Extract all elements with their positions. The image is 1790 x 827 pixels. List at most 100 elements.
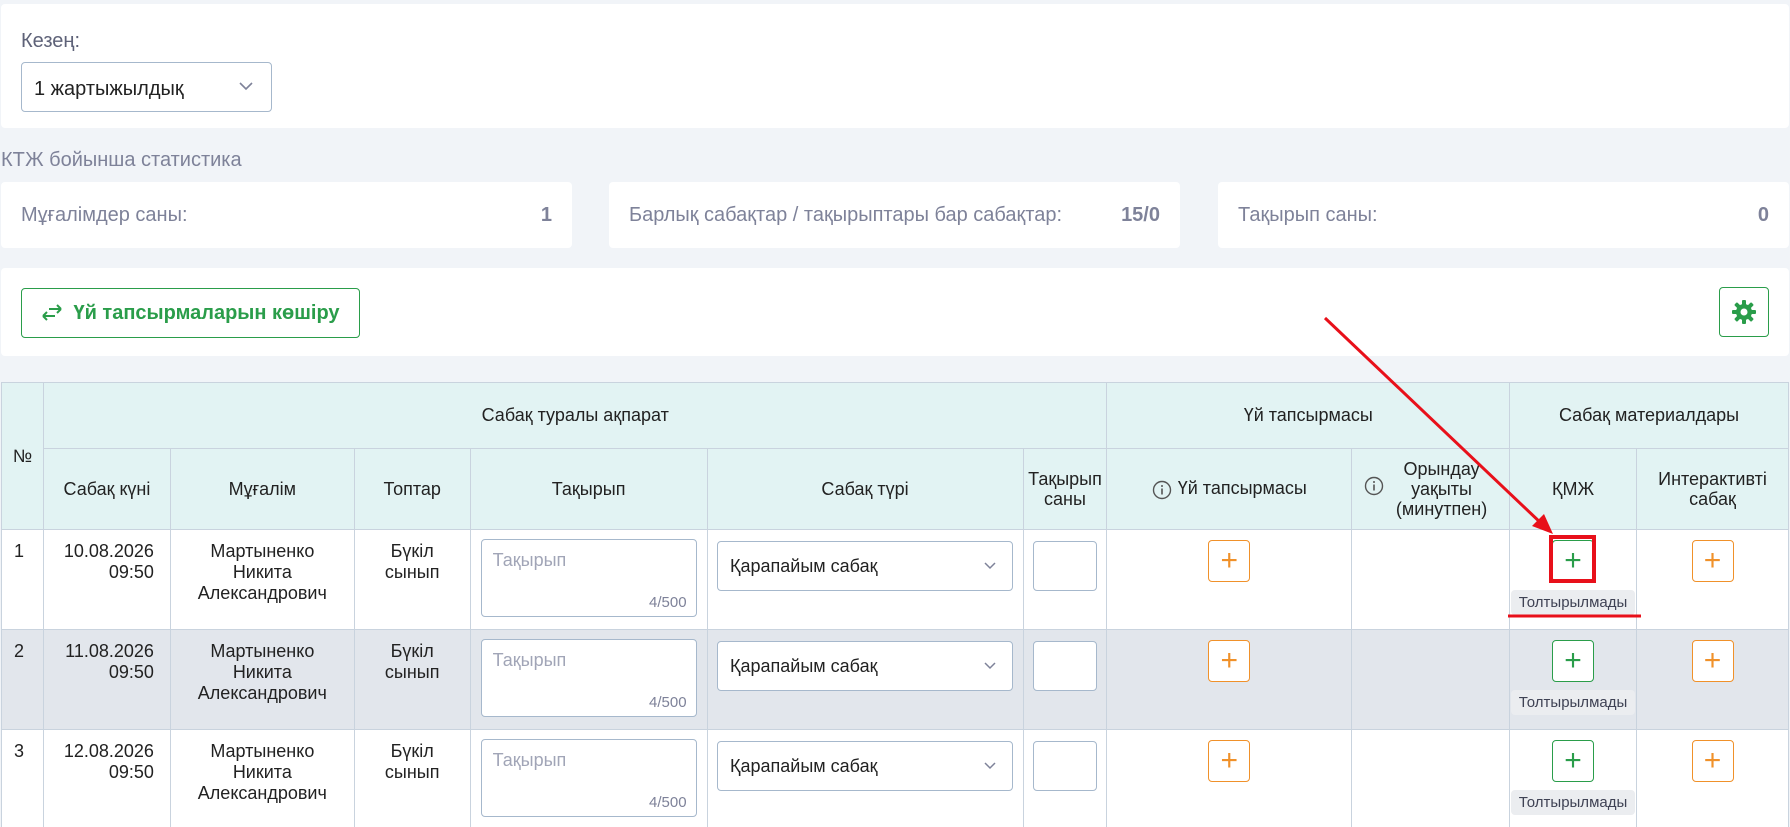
chevron-down-icon — [984, 562, 996, 570]
add-interactive-lesson-button[interactable]: + — [1691, 740, 1734, 782]
topic-char-counter: 4/500 — [649, 694, 687, 711]
table-row: 3 12.08.2026 09:50 Мартыненко Никита Але… — [1, 729, 1789, 827]
teacher-line3: Александрович — [197, 683, 327, 703]
chevron-down-icon — [984, 662, 996, 670]
stat-card-topics: Тақырып саны: 0 — [1218, 182, 1789, 248]
period-label: Кезең: — [21, 30, 81, 52]
gear-icon — [1732, 300, 1756, 324]
add-kmzh-button[interactable]: + — [1552, 740, 1595, 782]
stat-value: 0 — [1757, 204, 1769, 226]
plus-icon: + — [1703, 744, 1722, 777]
header-homework-label: Үй тапсырмасы — [1177, 478, 1307, 499]
lesson-type-select[interactable]: Қарапайым сабақ — [717, 541, 1014, 591]
topic-placeholder: Тақырып — [492, 650, 567, 670]
row-duration-cell — [1351, 729, 1511, 827]
add-homework-button[interactable]: + — [1208, 740, 1251, 782]
plus-icon: + — [1703, 544, 1722, 577]
header-topic-count: Тақырып саны — [1022, 448, 1108, 530]
row-date: 11.08.2026 09:50 — [42, 629, 171, 730]
stat-card-lessons: Барлық сабақтар / тақырыптары бар сабақт… — [609, 182, 1180, 248]
row-topic-cell: Тақырып 4/500 — [469, 729, 708, 827]
header-interactive-line1: Интерактивті — [1658, 469, 1767, 489]
settings-button[interactable] — [1719, 287, 1769, 337]
row-kmzh-cell: + Толтырылмады — [1509, 529, 1638, 630]
row-interactive-cell: + — [1636, 729, 1789, 827]
topic-count-input[interactable] — [1033, 541, 1097, 591]
plus-icon: + — [1564, 744, 1582, 777]
toolbar-card: Үй тапсырмаларын көшіру — [1, 268, 1789, 356]
row-topic-cell: Тақырып 4/500 — [469, 529, 708, 630]
row-duration-cell — [1351, 629, 1511, 730]
info-circle-icon[interactable] — [1364, 476, 1384, 496]
lesson-type-select[interactable]: Қарапайым сабақ — [717, 741, 1014, 791]
add-interactive-lesson-button[interactable]: + — [1691, 640, 1734, 682]
add-homework-button[interactable]: + — [1208, 640, 1251, 682]
plus-icon: + — [1220, 544, 1239, 577]
copy-homework-label: Үй тапсырмаларын көшіру — [73, 301, 340, 324]
teacher-line3: Александрович — [197, 783, 327, 803]
status-badge: Толтырылмады — [1510, 690, 1636, 715]
topic-count-input[interactable] — [1033, 641, 1097, 691]
lesson-type-value: Қарапайым сабақ — [730, 556, 878, 576]
header-num: № — [1, 382, 44, 530]
group-line1: Бүкіл — [390, 641, 434, 661]
add-homework-button[interactable]: + — [1208, 540, 1251, 582]
header-topic-count-line1: Тақырып — [1028, 469, 1102, 489]
stat-label: Тақырып саны: — [1238, 204, 1378, 226]
row-time-value: 09:50 — [108, 562, 154, 582]
row-interactive-cell: + — [1636, 529, 1789, 630]
teacher-line3: Александрович — [197, 583, 327, 603]
plus-icon: + — [1220, 644, 1239, 677]
row-lesson-type-cell: Қарапайым сабақ — [706, 629, 1024, 730]
period-select-value: 1 жартыжылдық — [34, 78, 184, 100]
header-duration-line1: Орындау — [1403, 459, 1480, 479]
header-duration-line3: (минутпен) — [1395, 499, 1488, 519]
teacher-line2: Никита — [232, 762, 292, 782]
row-topic-cell: Тақырып 4/500 — [469, 629, 708, 730]
header-homework: Үй тапсырмасы — [1106, 448, 1353, 530]
row-homework-cell: + — [1106, 729, 1353, 827]
row-topic-count-cell — [1022, 729, 1108, 827]
row-teacher: Мартыненко Никита Александрович — [169, 529, 355, 630]
header-topic: Тақырып — [469, 448, 708, 530]
topic-textarea[interactable]: Тақырып 4/500 — [480, 639, 697, 717]
copy-homework-button[interactable]: Үй тапсырмаларын көшіру — [21, 288, 360, 338]
row-group: Бүкіл сынып — [353, 529, 471, 630]
topic-textarea[interactable]: Тақырып 4/500 — [480, 739, 697, 817]
row-topic-count-cell — [1022, 629, 1108, 730]
row-teacher: Мартыненко Никита Александрович — [169, 629, 355, 730]
topic-placeholder: Тақырып — [492, 750, 567, 770]
teacher-line1: Мартыненко — [210, 641, 315, 661]
plus-icon: + — [1564, 544, 1582, 577]
plus-icon: + — [1703, 644, 1722, 677]
topic-count-input[interactable] — [1033, 741, 1097, 791]
row-group: Бүкіл сынып — [353, 729, 471, 827]
row-lesson-type-cell: Қарапайым сабақ — [706, 729, 1024, 827]
table-row: 2 11.08.2026 09:50 Мартыненко Никита Але… — [1, 629, 1789, 730]
lessons-table: № Сабақ туралы ақпарат Үй тапсырмасы Саб… — [1, 382, 1789, 827]
stats-title: КТЖ бойынша статистика — [1, 149, 242, 171]
header-teacher: Мұғалім — [169, 448, 355, 530]
row-date-value: 11.08.2026 — [65, 641, 154, 661]
header-interactive-line2: сабақ — [1689, 489, 1736, 509]
add-kmzh-button[interactable]: + — [1552, 540, 1595, 582]
plus-icon: + — [1564, 644, 1582, 677]
teacher-line2: Никита — [232, 562, 292, 582]
group-line2: сынып — [384, 762, 440, 782]
group-line2: сынып — [384, 662, 440, 682]
info-circle-icon[interactable] — [1152, 480, 1172, 500]
teacher-line2: Никита — [232, 662, 292, 682]
period-select[interactable]: 1 жартыжылдық — [21, 62, 272, 112]
topic-char-counter: 4/500 — [649, 594, 687, 611]
header-lesson-type: Сабақ түрі — [706, 448, 1024, 530]
topic-textarea[interactable]: Тақырып 4/500 — [480, 539, 697, 617]
row-group: Бүкіл сынып — [353, 629, 471, 730]
row-topic-count-cell — [1022, 529, 1108, 630]
header-groups: Топтар — [353, 448, 471, 530]
add-kmzh-button[interactable]: + — [1552, 640, 1595, 682]
add-interactive-lesson-button[interactable]: + — [1691, 540, 1734, 582]
teacher-line1: Мартыненко — [210, 541, 315, 561]
lesson-type-select[interactable]: Қарапайым сабақ — [717, 641, 1014, 691]
stat-label: Мұғалімдер саны: — [21, 204, 188, 226]
group-line1: Бүкіл — [390, 541, 434, 561]
